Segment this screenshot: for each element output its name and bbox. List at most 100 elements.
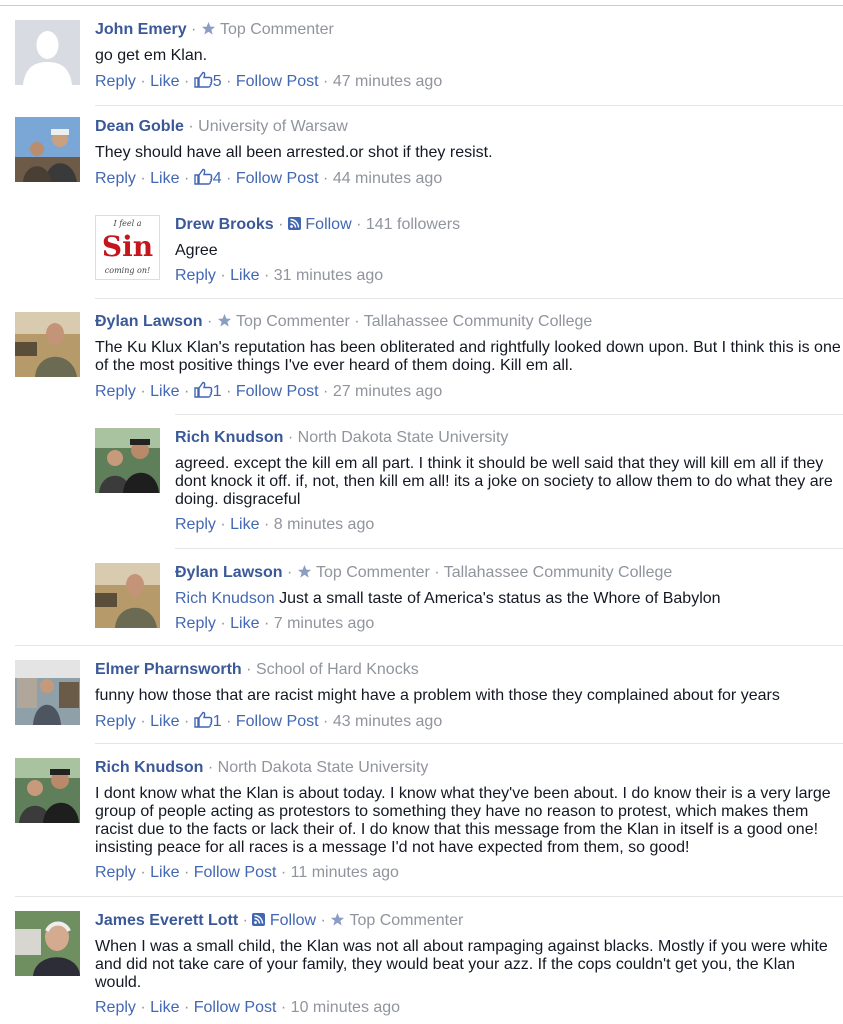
follow-post-link[interactable]: Follow Post bbox=[194, 864, 277, 881]
commenter-name[interactable]: John Emery bbox=[95, 21, 187, 38]
timestamp[interactable]: 43 minutes ago bbox=[333, 713, 442, 730]
avatar-default[interactable] bbox=[15, 20, 80, 85]
rss-follow-icon[interactable] bbox=[287, 217, 301, 230]
profile-photo bbox=[95, 563, 160, 628]
timestamp[interactable]: 31 minutes ago bbox=[274, 267, 383, 284]
avatar-photo[interactable] bbox=[15, 660, 80, 725]
reply-comment: I feel a Sin coming on! Drew Brooks · Fo… bbox=[95, 215, 843, 290]
commenter-name[interactable]: Rich Knudson bbox=[95, 759, 203, 776]
like-count[interactable]: 5 bbox=[213, 73, 222, 90]
separator: · bbox=[188, 118, 194, 135]
commenter-name[interactable]: Đylan Lawson bbox=[95, 313, 203, 330]
reply-link[interactable]: Reply bbox=[95, 999, 136, 1016]
avatar-photo[interactable] bbox=[15, 758, 80, 823]
avatar-photo[interactable] bbox=[15, 117, 80, 182]
affiliation[interactable]: School of Hard Knocks bbox=[256, 661, 419, 678]
like-link[interactable]: Like bbox=[150, 383, 179, 400]
separator: · bbox=[220, 516, 226, 533]
affiliation[interactable]: University of Warsaw bbox=[198, 118, 348, 135]
reply-link[interactable]: Reply bbox=[95, 170, 136, 187]
reply-link[interactable]: Reply bbox=[175, 516, 216, 533]
mention-link[interactable]: Rich Knudson bbox=[175, 590, 275, 607]
divider bbox=[95, 743, 843, 744]
commenter-name[interactable]: Dean Goble bbox=[95, 118, 184, 135]
commenter-name[interactable]: Elmer Pharnsworth bbox=[95, 661, 242, 678]
followers-count: 141 followers bbox=[365, 216, 461, 233]
divider bbox=[175, 548, 843, 549]
follow-post-link[interactable]: Follow Post bbox=[194, 999, 277, 1016]
timestamp[interactable]: 44 minutes ago bbox=[333, 170, 442, 187]
thumbs-up-icon[interactable] bbox=[194, 168, 213, 185]
timestamp[interactable]: 47 minutes ago bbox=[333, 73, 442, 90]
thumbs-up-icon[interactable] bbox=[194, 71, 213, 88]
timestamp[interactable]: 10 minutes ago bbox=[291, 999, 400, 1016]
thumbs-up-icon[interactable] bbox=[194, 381, 213, 398]
avatar-photo[interactable] bbox=[15, 911, 80, 976]
timestamp[interactable]: 27 minutes ago bbox=[333, 383, 442, 400]
top-commenter-badge: Top Commenter bbox=[349, 912, 464, 929]
follow-post-link[interactable]: Follow Post bbox=[236, 170, 319, 187]
follow-post-link[interactable]: Follow Post bbox=[236, 383, 319, 400]
separator: · bbox=[183, 170, 190, 187]
profile-photo bbox=[15, 312, 80, 377]
affiliation[interactable]: Tallahassee Community College bbox=[444, 564, 673, 581]
like-link[interactable]: Like bbox=[150, 713, 179, 730]
separator: · bbox=[207, 759, 214, 776]
commenter-name[interactable]: Rich Knudson bbox=[175, 429, 283, 446]
reply-link[interactable]: Reply bbox=[95, 713, 136, 730]
timestamp[interactable]: 8 minutes ago bbox=[274, 516, 375, 533]
like-link[interactable]: Like bbox=[230, 267, 259, 284]
reply-link[interactable]: Reply bbox=[175, 267, 216, 284]
follow-link[interactable]: Follow bbox=[270, 912, 316, 929]
star-icon bbox=[217, 313, 231, 327]
avatar-photo[interactable]: I feel a Sin coming on! bbox=[95, 215, 160, 280]
star-icon bbox=[297, 564, 311, 578]
top-commenter-badge: Top Commenter bbox=[235, 313, 350, 330]
comment-text-line: When I was a small child, the Klan was n… bbox=[95, 938, 828, 955]
comment: Đylan Lawson · Top Commenter · Tallahass… bbox=[15, 312, 843, 407]
comment-text-body: Just a small taste of America's status a… bbox=[279, 590, 721, 607]
comment-text: When I was a small child, the Klan was n… bbox=[95, 938, 843, 992]
like-link[interactable]: Like bbox=[150, 864, 179, 881]
like-count[interactable]: 4 bbox=[213, 170, 222, 187]
commenter-name[interactable]: Đylan Lawson bbox=[175, 564, 283, 581]
separator: · bbox=[263, 267, 270, 284]
separator: · bbox=[226, 73, 232, 90]
timestamp[interactable]: 11 minutes ago bbox=[291, 864, 399, 881]
follow-link[interactable]: Follow bbox=[305, 216, 351, 233]
commenter-name[interactable]: Drew Brooks bbox=[175, 216, 274, 233]
reply-link[interactable]: Reply bbox=[95, 383, 136, 400]
affiliation[interactable]: Tallahassee Community College bbox=[364, 313, 593, 330]
reply-link[interactable]: Reply bbox=[175, 615, 216, 632]
thumbs-up-icon[interactable] bbox=[194, 711, 213, 728]
like-count[interactable]: 1 bbox=[213, 713, 222, 730]
separator: · bbox=[140, 999, 146, 1016]
like-link[interactable]: Like bbox=[230, 615, 259, 632]
reply-link[interactable]: Reply bbox=[95, 864, 136, 881]
separator: · bbox=[183, 999, 190, 1016]
separator: · bbox=[320, 912, 326, 929]
avatar-photo[interactable] bbox=[95, 428, 160, 493]
separator: · bbox=[191, 21, 197, 38]
comment-text: They should have all been arrested.or sh… bbox=[95, 144, 493, 161]
avatar-photo[interactable] bbox=[15, 312, 80, 377]
follow-post-link[interactable]: Follow Post bbox=[236, 713, 319, 730]
affiliation[interactable]: North Dakota State University bbox=[298, 429, 509, 446]
follow-post-link[interactable]: Follow Post bbox=[236, 73, 319, 90]
rss-follow-icon[interactable] bbox=[252, 913, 266, 926]
comment-text-line: insisting peace for all races is a messa… bbox=[95, 839, 690, 856]
affiliation[interactable]: North Dakota State University bbox=[218, 759, 429, 776]
like-link[interactable]: Like bbox=[230, 516, 259, 533]
comment: Elmer Pharnsworth · School of Hard Knock… bbox=[15, 660, 843, 735]
like-link[interactable]: Like bbox=[150, 170, 179, 187]
avatar-photo[interactable] bbox=[95, 563, 160, 628]
like-link[interactable]: Like bbox=[150, 73, 179, 90]
separator: · bbox=[323, 383, 329, 400]
like-link[interactable]: Like bbox=[150, 999, 179, 1016]
reply-link[interactable]: Reply bbox=[95, 73, 136, 90]
comment-text: Agree bbox=[175, 242, 218, 259]
comment: Rich Knudson · North Dakota State Univer… bbox=[15, 758, 843, 888]
commenter-name[interactable]: James Everett Lott bbox=[95, 912, 238, 929]
like-count[interactable]: 1 bbox=[213, 383, 222, 400]
timestamp[interactable]: 7 minutes ago bbox=[274, 615, 375, 632]
